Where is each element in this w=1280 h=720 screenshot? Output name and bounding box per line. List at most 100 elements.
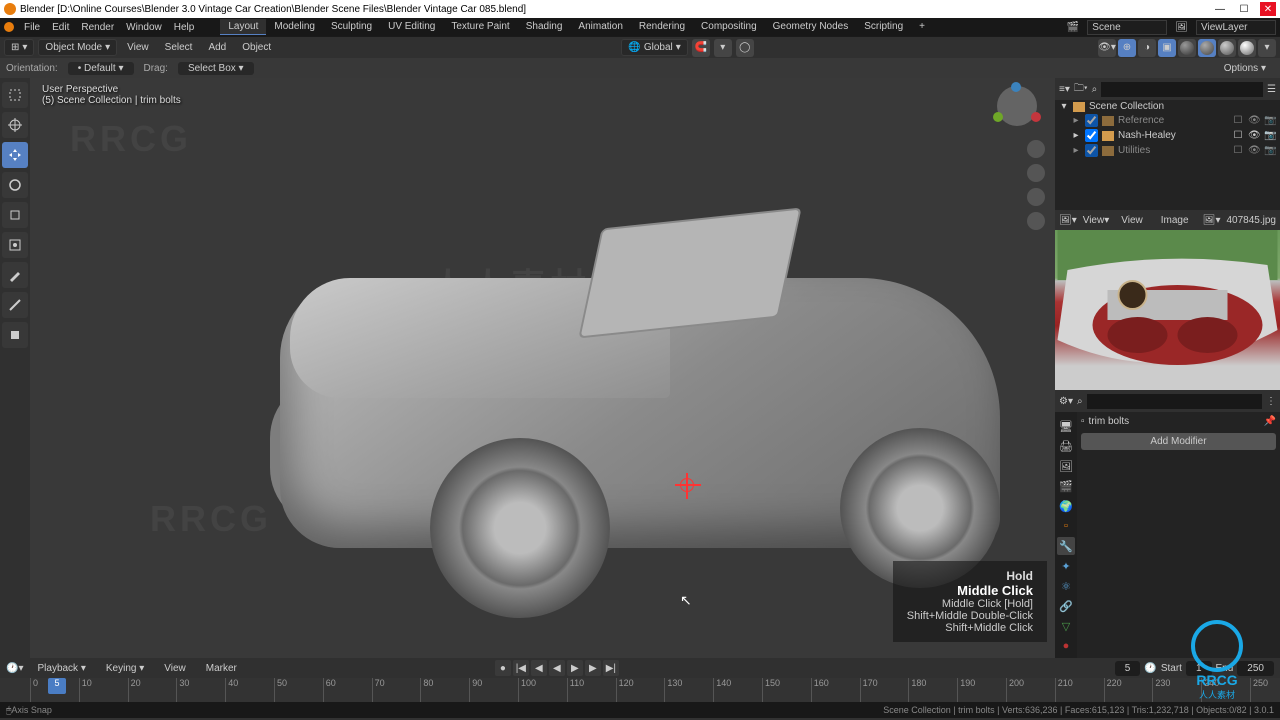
- shading-solid[interactable]: [1198, 39, 1216, 57]
- prop-tab-physics[interactable]: ⚛: [1057, 577, 1075, 595]
- tool-addcube[interactable]: [2, 322, 28, 348]
- play-rev-button[interactable]: ◀: [549, 660, 565, 676]
- header-object[interactable]: Object: [236, 42, 277, 53]
- image-mode-dropdown[interactable]: View▾: [1083, 215, 1110, 226]
- menu-render[interactable]: Render: [75, 22, 120, 33]
- outliner[interactable]: ▾ Scene Collection ▸ Reference ☐👁📷 ▸ Nas…: [1055, 100, 1280, 210]
- menu-file[interactable]: File: [18, 22, 46, 33]
- expand-icon[interactable]: ▸: [1071, 115, 1081, 126]
- minimize-button[interactable]: —: [1212, 2, 1228, 16]
- jump-prev-button[interactable]: ◀: [531, 660, 547, 676]
- visibility-dropdown[interactable]: 👁▾: [1098, 39, 1116, 57]
- tool-transform[interactable]: [2, 232, 28, 258]
- tool-rotate[interactable]: [2, 172, 28, 198]
- eye-icon[interactable]: 👁: [1248, 130, 1260, 141]
- nav-camera[interactable]: [1027, 188, 1045, 206]
- header-select[interactable]: Select: [159, 42, 199, 53]
- tool-annotate[interactable]: [2, 262, 28, 288]
- prop-tab-scene[interactable]: 🎬: [1057, 477, 1075, 495]
- expand-icon[interactable]: ▾: [1059, 101, 1069, 112]
- orientation-dropdown[interactable]: 🌐Global▾: [621, 39, 687, 56]
- overlay-toggle[interactable]: ◑: [1138, 39, 1156, 57]
- nav-pan[interactable]: [1027, 164, 1045, 182]
- orientation-preset[interactable]: • Default ▾: [68, 62, 134, 75]
- editor-type-dropdown[interactable]: ⊞▾: [4, 39, 34, 56]
- prop-tab-material[interactable]: ●: [1057, 637, 1075, 655]
- shading-rendered[interactable]: [1238, 39, 1256, 57]
- prop-tab-viewlayer[interactable]: 🖼: [1057, 457, 1075, 475]
- mode-dropdown[interactable]: Object Mode▾: [38, 39, 117, 56]
- xray-toggle[interactable]: ▣: [1158, 39, 1176, 57]
- img-menu-image[interactable]: Image: [1155, 215, 1195, 226]
- prop-tab-particles[interactable]: ✦: [1057, 557, 1075, 575]
- tool-cursor[interactable]: [2, 112, 28, 138]
- header-add[interactable]: Add: [202, 42, 232, 53]
- outliner-search[interactable]: [1101, 82, 1263, 97]
- exclude-icon[interactable]: ☐: [1232, 130, 1244, 141]
- editor-type-icon[interactable]: 🖼▾: [1059, 215, 1077, 226]
- workspace-texpaint[interactable]: Texture Paint: [443, 19, 517, 35]
- scene-field[interactable]: [1087, 20, 1167, 35]
- render-icon[interactable]: 📷: [1264, 115, 1276, 126]
- workspace-geonodes[interactable]: Geometry Nodes: [765, 19, 857, 35]
- expand-icon[interactable]: ▸: [1071, 130, 1081, 141]
- close-button[interactable]: ✕: [1260, 2, 1276, 16]
- outliner-item-utilities[interactable]: ▸ Utilities ☐👁📷: [1055, 143, 1280, 158]
- snap-dropdown[interactable]: ▾: [714, 39, 732, 57]
- workspace-add[interactable]: +: [911, 19, 933, 35]
- render-icon[interactable]: 📷: [1264, 145, 1276, 156]
- render-icon[interactable]: 📷: [1264, 130, 1276, 141]
- prop-tab-output[interactable]: 🖨: [1057, 437, 1075, 455]
- outliner-type-icon[interactable]: ≡▾: [1059, 84, 1070, 95]
- axis-y-icon[interactable]: [993, 112, 1003, 122]
- image-name[interactable]: 407845.jpg: [1227, 215, 1277, 226]
- eye-icon[interactable]: 👁: [1248, 115, 1260, 126]
- preview-range-icon[interactable]: 🕐: [1144, 663, 1156, 674]
- tl-playback[interactable]: Playback ▾: [31, 663, 91, 674]
- collection-checkbox[interactable]: [1085, 144, 1098, 157]
- shading-wireframe[interactable]: [1178, 39, 1196, 57]
- workspace-animation[interactable]: Animation: [570, 19, 630, 35]
- drag-mode[interactable]: Select Box ▾: [178, 62, 254, 75]
- jump-next-button[interactable]: ▶: [585, 660, 601, 676]
- proportional-toggle[interactable]: ◯: [736, 39, 754, 57]
- tl-keying[interactable]: Keying ▾: [100, 663, 150, 674]
- img-menu-view[interactable]: View: [1115, 215, 1149, 226]
- tool-select[interactable]: [2, 82, 28, 108]
- nav-zoom[interactable]: [1027, 140, 1045, 158]
- pin-icon[interactable]: 📌: [1264, 416, 1276, 427]
- exclude-icon[interactable]: ☐: [1232, 145, 1244, 156]
- prop-tab-modifiers[interactable]: 🔧: [1057, 537, 1075, 555]
- outliner-display-icon[interactable]: 🗀▾: [1074, 81, 1088, 98]
- viewport-3d[interactable]: User Perspective (5) Scene Collection | …: [30, 78, 1055, 658]
- workspace-rendering[interactable]: Rendering: [631, 19, 693, 35]
- tool-measure[interactable]: [2, 292, 28, 318]
- current-frame[interactable]: 5: [1115, 661, 1141, 676]
- reference-image[interactable]: [1055, 230, 1280, 390]
- jump-first-button[interactable]: |◀: [513, 660, 529, 676]
- workspace-modeling[interactable]: Modeling: [266, 19, 323, 35]
- nav-gizmo[interactable]: [997, 86, 1047, 136]
- jump-last-button[interactable]: ▶|: [603, 660, 619, 676]
- menu-edit[interactable]: Edit: [46, 22, 75, 33]
- tool-scale[interactable]: [2, 202, 28, 228]
- filter-icon[interactable]: ☰: [1267, 84, 1276, 95]
- prop-tab-world[interactable]: 🌍: [1057, 497, 1075, 515]
- workspace-uv[interactable]: UV Editing: [380, 19, 443, 35]
- collection-checkbox[interactable]: [1085, 129, 1098, 142]
- play-button[interactable]: ▶: [567, 660, 583, 676]
- tl-view[interactable]: View: [158, 663, 192, 674]
- exclude-icon[interactable]: ☐: [1232, 115, 1244, 126]
- playhead[interactable]: 5: [48, 678, 66, 694]
- workspace-scripting[interactable]: Scripting: [856, 19, 911, 35]
- tool-move[interactable]: [2, 142, 28, 168]
- options-dropdown[interactable]: Options ▾: [1216, 61, 1274, 76]
- prop-tab-object[interactable]: ▫: [1057, 517, 1075, 535]
- axis-z-icon[interactable]: [1011, 82, 1021, 92]
- eye-icon[interactable]: 👁: [1248, 145, 1260, 156]
- prop-tab-constraints[interactable]: 🔗: [1057, 597, 1075, 615]
- outliner-item-reference[interactable]: ▸ Reference ☐👁📷: [1055, 113, 1280, 128]
- workspace-layout[interactable]: Layout: [220, 19, 266, 35]
- props-search[interactable]: [1087, 394, 1262, 409]
- workspace-compositing[interactable]: Compositing: [693, 19, 765, 35]
